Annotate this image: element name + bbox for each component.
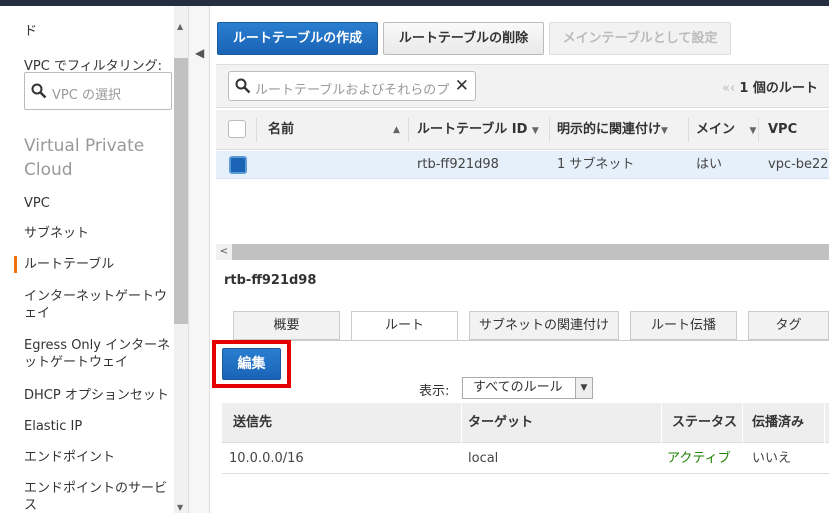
chevron-left-icon: ◀ <box>195 46 205 60</box>
col-header-main[interactable]: メイン ▼ <box>696 110 756 150</box>
sidebar: ド VPC でフィルタリング: VPC の選択 Virtual Private … <box>0 6 174 513</box>
sidebar-item-elastic-ip[interactable]: Elastic IP <box>24 418 172 435</box>
search-input[interactable]: ルートテーブルおよびそれらのプ ✕ <box>228 71 476 101</box>
tab-summary[interactable]: 概要 <box>233 311 340 340</box>
set-main-table-button[interactable]: メインテーブルとして設定 <box>549 22 731 55</box>
detail-title: rtb-ff921d98 <box>224 273 317 288</box>
col-header-propagated: 伝播済み <box>752 415 805 430</box>
tabs-divider <box>224 340 829 341</box>
cell-name <box>268 151 408 179</box>
sidebar-scrollbar[interactable]: ▲ ▼ <box>174 6 188 513</box>
cell-destination: 10.0.0.0/16 <box>229 451 304 466</box>
table-row[interactable]: rtb-ff921d98 1 サブネット はい vpc-be223f <box>216 151 829 179</box>
horizontal-scrollbar[interactable]: < <box>216 244 829 260</box>
sidebar-title-partial: ド <box>24 24 38 39</box>
select-all-checkbox[interactable] <box>228 120 246 138</box>
search-icon <box>235 78 251 94</box>
tab-route-propagation[interactable]: ルート伝播 <box>630 311 737 340</box>
tab-subnet-associations[interactable]: サブネットの関連付け <box>469 311 619 340</box>
sidebar-scrollbar-thumb[interactable] <box>174 58 188 324</box>
sort-icon: ▼ <box>749 126 756 136</box>
search-icon <box>31 83 47 99</box>
sidebar-item-route-tables[interactable]: ルートテーブル <box>14 256 172 273</box>
cell-vpc: vpc-be223f <box>768 157 829 172</box>
view-filter-value: すべてのルール <box>473 380 563 395</box>
route-table-grid-header: 名前 ▲ ルートテーブル ID ▼ 明示的に関連付け▼ メイン ▼ VPC <box>216 110 829 150</box>
pagination: «‹ 1 個のルート <box>722 77 818 96</box>
col-header-vpc[interactable]: VPC <box>768 110 828 150</box>
col-header-route-table-id[interactable]: ルートテーブル ID ▼ <box>417 110 545 150</box>
first-page-icon[interactable]: « <box>722 81 730 96</box>
vpc-filter-select[interactable]: VPC の選択 <box>24 72 172 110</box>
col-header-name[interactable]: 名前 ▲ <box>268 110 408 150</box>
sidebar-item-egress-only-gateways[interactable]: Egress Only インターネットゲートウェイ <box>24 337 172 371</box>
sidebar-item-vpc[interactable]: VPC <box>24 195 172 212</box>
scroll-up-icon[interactable]: ▲ <box>177 22 183 31</box>
search-bar: ルートテーブルおよびそれらのプ ✕ «‹ 1 個のルート <box>216 64 829 108</box>
col-header-status: ステータス <box>672 415 738 430</box>
sidebar-item-endpoint-services[interactable]: エンドポイントのサービス <box>24 480 172 513</box>
sidebar-collapse-toggle[interactable]: ◀ <box>188 6 210 513</box>
section-title-vpc: Virtual Private Cloud <box>24 136 145 180</box>
sort-icon: ▼ <box>661 126 668 136</box>
tab-routes[interactable]: ルート <box>351 311 458 341</box>
cell-explicit-association: 1 サブネット <box>557 157 635 172</box>
status-badge: アクティブ <box>667 451 731 466</box>
col-header-explicit-association[interactable]: 明示的に関連付け▼ <box>557 110 685 150</box>
sidebar-item-internet-gateways[interactable]: インターネットゲートウェイ <box>24 288 172 322</box>
vpc-filter-placeholder: VPC の選択 <box>52 88 121 103</box>
cell-route-table-id: rtb-ff921d98 <box>417 157 499 172</box>
search-placeholder: ルートテーブルおよびそれらのプ <box>255 83 450 98</box>
scroll-left-icon[interactable]: < <box>216 244 232 260</box>
scroll-down-icon[interactable]: ▼ <box>177 503 183 512</box>
col-header-destination: 送信先 <box>233 415 273 430</box>
sort-icon: ▼ <box>531 126 539 136</box>
cell-target: local <box>468 451 499 466</box>
chevron-down-icon: ▼ <box>575 378 592 398</box>
pager-count: 1 個のルート <box>739 81 818 96</box>
view-filter-label: 表示: <box>419 384 450 399</box>
sidebar-item-dhcp-options[interactable]: DHCP オプションセット <box>24 387 172 404</box>
cell-propagated: いいえ <box>752 451 792 466</box>
view-filter-select[interactable]: すべてのルール ▼ <box>462 377 593 399</box>
sidebar-item-endpoints[interactable]: エンドポイント <box>24 449 172 466</box>
clear-search-icon[interactable]: ✕ <box>455 76 469 96</box>
sidebar-item-subnets[interactable]: サブネット <box>24 225 172 242</box>
table-row: 10.0.0.0/16 local アクティブ いいえ <box>222 444 829 474</box>
routes-table-header: 送信先 ターゲット ステータス 伝播済み <box>222 403 829 443</box>
cell-main: はい <box>696 157 723 172</box>
sort-asc-icon: ▲ <box>393 125 400 135</box>
row-checkbox[interactable] <box>229 156 247 174</box>
edit-button[interactable]: 編集 <box>222 348 281 380</box>
tab-tags[interactable]: タグ <box>748 311 829 340</box>
prev-page-icon[interactable]: ‹ <box>730 81 735 96</box>
col-header-target: ターゲット <box>468 415 534 430</box>
delete-route-table-button[interactable]: ルートテーブルの削除 <box>383 22 544 55</box>
create-route-table-button[interactable]: ルートテーブルの作成 <box>217 22 378 55</box>
